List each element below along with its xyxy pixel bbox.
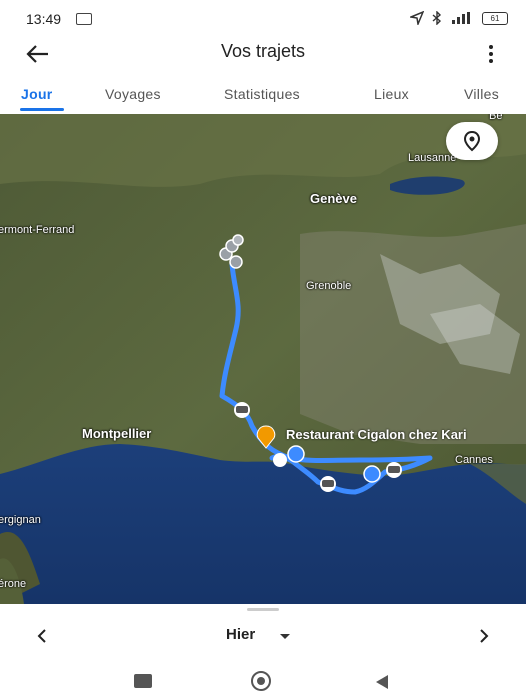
sheet-drag-handle[interactable] (247, 608, 279, 611)
active-tab-indicator (20, 108, 64, 111)
status-time: 13:49 (26, 11, 62, 27)
tab-voyages[interactable]: Voyages (105, 86, 161, 102)
map-label-cannes: Cannes (455, 454, 493, 466)
map-view[interactable]: Be Lausanne Genève ermont-Ferrand Grenob… (0, 114, 526, 604)
selected-day[interactable]: Hier (226, 626, 255, 643)
tab-lieux[interactable]: Lieux (374, 86, 409, 102)
tab-bar: Jour Voyages Statistiques Lieux Villes (0, 78, 526, 114)
app-bar: Vos trajets (0, 36, 526, 72)
location-pin-icon (463, 130, 481, 152)
map-label-perpignan: ergignan (0, 514, 41, 526)
map-label-clermont: ermont-Ferrand (0, 224, 75, 236)
map-label-lausanne: Lausanne (408, 152, 457, 164)
tab-jour[interactable]: Jour (21, 86, 53, 102)
tab-statistiques[interactable]: Statistiques (224, 86, 300, 102)
satellite-map (0, 114, 526, 604)
next-day-chevron-icon[interactable] (476, 626, 492, 646)
page-title: Vos trajets (220, 41, 306, 61)
map-label-geneve: Genève (310, 191, 357, 206)
status-bar: 13:49 61 (0, 0, 526, 36)
home-icon[interactable] (250, 670, 272, 692)
tab-villes[interactable]: Villes (464, 86, 499, 102)
signal-icon (452, 12, 470, 24)
navigation-icon (410, 11, 424, 25)
map-label-gerone: érone (0, 578, 27, 590)
message-icon (76, 13, 92, 25)
more-options-icon[interactable] (488, 44, 494, 64)
status-icons: 61 (410, 11, 508, 25)
poi-restaurant-label[interactable]: Restaurant Cigalon chez Kari (286, 427, 467, 442)
day-selector-sheet: Hier (0, 604, 526, 670)
map-label-be: Be (489, 114, 503, 122)
battery-icon: 61 (482, 11, 508, 25)
map-label-grenoble: Grenoble (306, 280, 352, 292)
system-navigation-bar (0, 670, 526, 700)
day-dropdown-icon[interactable] (280, 634, 290, 639)
map-label-montpellier: Montpellier (82, 426, 152, 441)
bluetooth-icon (432, 11, 442, 25)
location-pin-button[interactable] (446, 122, 498, 160)
recent-apps-icon[interactable] (134, 674, 152, 688)
system-back-icon[interactable] (372, 672, 392, 692)
previous-day-chevron-icon[interactable] (34, 626, 50, 646)
